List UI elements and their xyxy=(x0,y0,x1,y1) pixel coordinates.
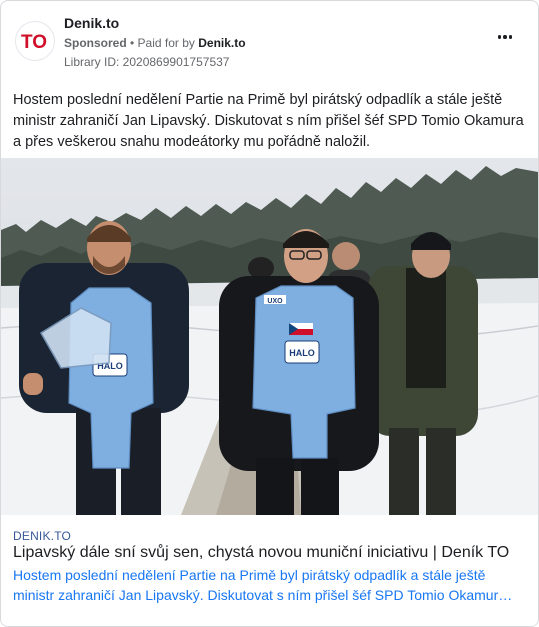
link-description[interactable]: Hostem poslední nedělení Partie na Primě… xyxy=(13,565,516,605)
photo-illustration: HALO HALO UXO xyxy=(1,158,538,515)
link-domain: DENIK.TO xyxy=(13,529,72,543)
more-horizontal-icon xyxy=(497,35,502,39)
link-headline[interactable]: Lipavský dále sní svůj sen, chystá novou… xyxy=(13,544,526,562)
post-header: TO Denik.to Sponsored • Paid for by Deni… xyxy=(13,13,526,73)
avatar[interactable]: TO xyxy=(15,21,55,61)
meta-separator: • xyxy=(126,36,138,50)
denik-to-logo-icon: TO xyxy=(21,32,47,52)
post-body-text: Hostem poslední nedělení Partie na Primě… xyxy=(13,92,524,150)
sponsored-line: Sponsored • Paid for by Denik.to xyxy=(64,36,246,50)
post-photo[interactable]: HALO HALO UXO xyxy=(1,158,538,515)
svg-text:HALO: HALO xyxy=(289,348,315,358)
svg-text:TO: TO xyxy=(21,32,47,52)
paid-for-by-link[interactable]: Denik.to xyxy=(198,36,245,50)
link-preview[interactable]: DENIK.TO Lipavský dále sní svůj sen, chy… xyxy=(1,515,538,626)
svg-text:UXO: UXO xyxy=(267,298,283,305)
page-name[interactable]: Denik.to xyxy=(64,15,119,31)
more-options-button[interactable] xyxy=(492,27,518,47)
sponsored-post-card: TO Denik.to Sponsored • Paid for by Deni… xyxy=(0,0,539,627)
library-id: Library ID: 2020869901757537 xyxy=(64,55,230,69)
paid-for-prefix: Paid for by xyxy=(137,36,199,50)
sponsored-label: Sponsored xyxy=(64,36,127,50)
